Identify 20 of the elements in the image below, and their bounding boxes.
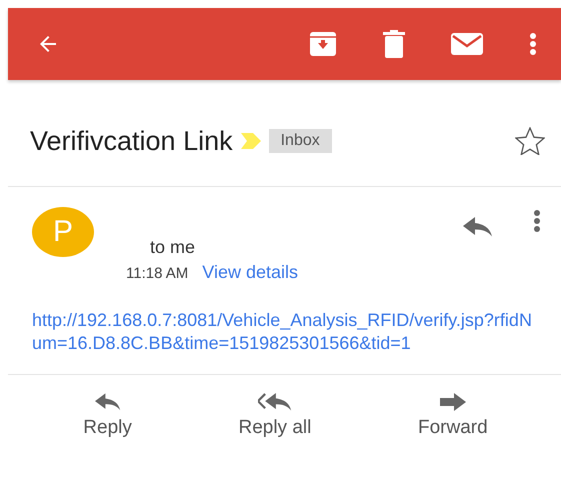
reply-icon[interactable] (463, 217, 493, 237)
verification-link[interactable]: http://192.168.0.7:8081/Vehicle_Analysis_RFID/verify.jsp?rfidNum=16.D8.8C.BB&time=1519825301566&tid=1 (32, 309, 537, 354)
inbox-label[interactable]: Inbox (268, 129, 332, 153)
trash-icon[interactable] (383, 30, 405, 58)
recipient-text: to me (150, 237, 196, 258)
timestamp: 11:18 AM (126, 265, 188, 282)
forward-icon (440, 393, 466, 411)
mail-icon[interactable] (451, 33, 483, 55)
view-details-link[interactable]: View details (202, 262, 298, 283)
reply-button[interactable]: Reply (79, 389, 136, 443)
more-icon[interactable] (533, 209, 541, 233)
email-subject: Verifivcation Link (30, 126, 233, 156)
archive-icon[interactable] (309, 31, 337, 57)
reply-all-icon (258, 393, 292, 411)
star-icon[interactable] (515, 127, 545, 155)
forward-button[interactable]: Forward (414, 389, 492, 443)
reply-icon (94, 393, 121, 411)
avatar: P (32, 207, 94, 257)
more-icon[interactable] (529, 32, 537, 56)
reply-all-button[interactable]: Reply all (234, 389, 316, 443)
